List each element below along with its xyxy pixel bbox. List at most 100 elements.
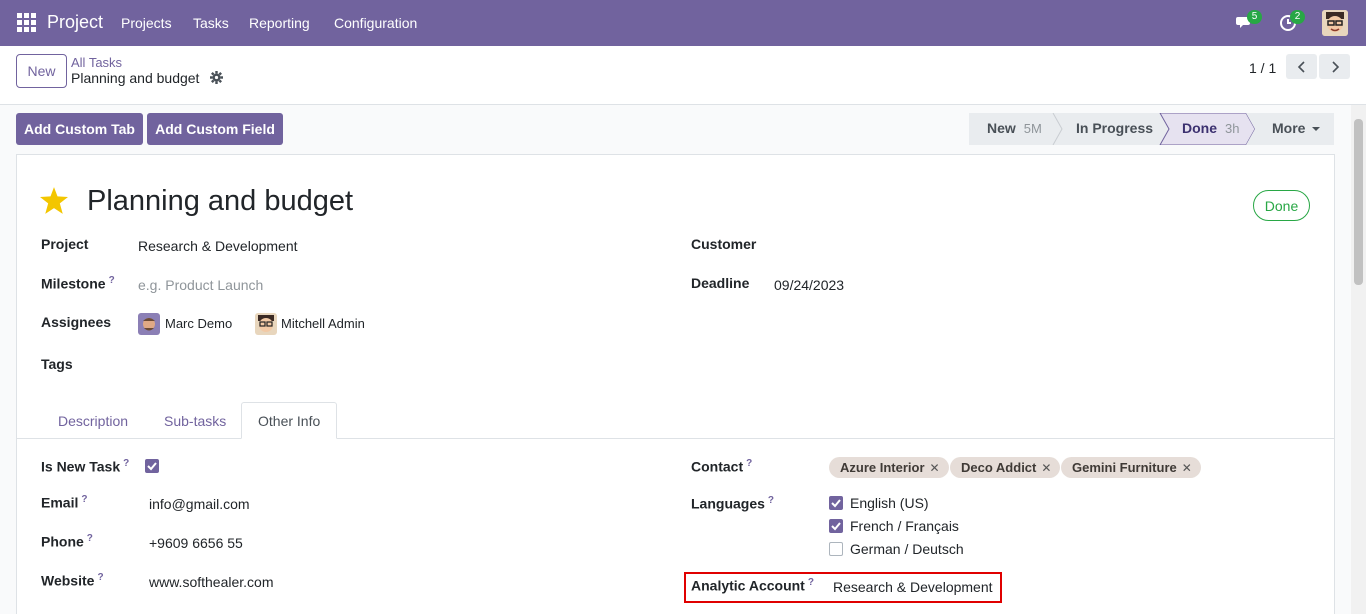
phone-field[interactable]: +9609 6656 55 [149, 535, 243, 551]
is-new-task-label: Is New Task? [41, 458, 129, 475]
status-step-new-duration: 5M [1023, 121, 1042, 136]
breadcrumb-all-tasks[interactable]: All Tasks [71, 55, 122, 70]
deadline-label: Deadline [691, 275, 750, 291]
user-avatar[interactable] [1322, 10, 1348, 36]
status-step-new-label: New [987, 120, 1016, 136]
menu-configuration[interactable]: Configuration [334, 15, 417, 31]
contact-tag-label: Deco Addict [961, 460, 1037, 475]
messages-button[interactable]: 5 [1236, 10, 1262, 33]
pager-next-button[interactable] [1319, 54, 1350, 79]
language-french-label[interactable]: French / Français [850, 518, 959, 534]
checkmark-icon [831, 522, 841, 531]
project-label: Project [41, 236, 89, 252]
app-brand[interactable]: Project [47, 12, 103, 33]
milestone-label-text: Milestone [41, 275, 106, 292]
tags-label: Tags [41, 356, 73, 372]
chevron-right-icon [1331, 60, 1339, 73]
activities-count-badge: 2 [1290, 10, 1305, 24]
tab-description[interactable]: Description [58, 402, 128, 439]
messages-count-badge: 5 [1247, 10, 1262, 24]
menu-reporting[interactable]: Reporting [249, 15, 310, 31]
scrollbar-thumb[interactable] [1354, 119, 1363, 285]
caret-down-icon [1312, 127, 1321, 132]
assignees-label: Assignees [41, 314, 112, 330]
mitchell-admin-avatar-icon [255, 313, 277, 335]
email-help-icon[interactable]: ? [81, 494, 87, 505]
website-label: Website? [41, 572, 104, 589]
status-more-button[interactable]: More [1272, 120, 1321, 136]
website-help-icon[interactable]: ? [97, 572, 103, 583]
remove-tag-icon[interactable]: ✕ [1041, 461, 1051, 475]
new-button[interactable]: New [16, 54, 67, 88]
add-custom-tab-button[interactable]: Add Custom Tab [16, 113, 143, 145]
language-german-label[interactable]: German / Deutsch [850, 541, 964, 557]
control-panel: New All Tasks Planning and budget 1 / 1 [0, 46, 1366, 105]
analytic-account-highlight [684, 572, 1002, 603]
email-label: Email? [41, 494, 87, 511]
assignee-marc-demo[interactable]: Marc Demo [165, 316, 232, 331]
contact-tag-label: Gemini Furniture [1072, 460, 1177, 475]
contact-tag: Deco Addict ✕ [950, 457, 1061, 478]
menu-projects[interactable]: Projects [121, 15, 172, 31]
project-field[interactable]: Research & Development [138, 238, 298, 254]
is-new-task-help-icon[interactable]: ? [123, 458, 129, 469]
task-title[interactable]: Planning and budget [87, 185, 353, 218]
email-field[interactable]: info@gmail.com [149, 496, 250, 512]
status-step-in-progress[interactable]: In Progress [1076, 120, 1153, 136]
status-more-label: More [1272, 120, 1306, 136]
website-label-text: Website [41, 572, 95, 589]
languages-label-text: Languages [691, 495, 765, 512]
milestone-help-icon[interactable]: ? [109, 275, 115, 286]
deadline-field[interactable]: 09/24/2023 [774, 277, 844, 293]
activities-button[interactable]: 2 [1279, 10, 1305, 33]
is-new-task-checkbox[interactable] [145, 459, 159, 473]
contact-tag-label: Azure Interior [840, 460, 925, 475]
tab-sub-tasks[interactable]: Sub-tasks [164, 402, 226, 439]
languages-help-icon[interactable]: ? [768, 495, 774, 506]
remove-tag-icon[interactable]: ✕ [1182, 461, 1192, 475]
phone-help-icon[interactable]: ? [87, 533, 93, 544]
pager-previous-button[interactable] [1286, 54, 1317, 79]
apps-menu-icon[interactable] [17, 13, 36, 32]
checkmark-icon [147, 462, 157, 471]
status-step-done-duration: 3h [1225, 121, 1240, 136]
top-navbar: Project Projects Tasks Reporting Configu… [0, 0, 1366, 46]
languages-label: Languages? [691, 495, 774, 512]
tab-other-info[interactable]: Other Info [241, 402, 338, 439]
contact-label: Contact? [691, 458, 752, 475]
menu-tasks[interactable]: Tasks [193, 15, 229, 31]
milestone-label: Milestone? [41, 275, 115, 292]
customer-field[interactable] [774, 232, 1294, 256]
gear-icon[interactable] [210, 71, 223, 84]
remove-tag-icon[interactable]: ✕ [930, 461, 940, 475]
state-done-badge: Done [1253, 190, 1310, 221]
assignee-mitchell-admin[interactable]: Mitchell Admin [281, 316, 365, 331]
email-label-text: Email [41, 494, 79, 511]
status-step-new[interactable]: New 5M [987, 120, 1042, 136]
avatar [255, 313, 277, 335]
language-french-checkbox[interactable] [829, 519, 843, 533]
status-step-done[interactable]: Done 3h [1182, 120, 1239, 136]
language-german-checkbox[interactable] [829, 542, 843, 556]
website-field[interactable]: www.softhealer.com [149, 574, 274, 590]
user-face-icon [1322, 10, 1348, 36]
milestone-field[interactable]: e.g. Product Launch [138, 277, 263, 293]
customer-label: Customer [691, 236, 757, 252]
page-scrollbar[interactable] [1351, 105, 1366, 614]
language-english-label[interactable]: English (US) [850, 495, 929, 511]
contact-tag: Azure Interior ✕ [829, 457, 949, 478]
contact-tag: Gemini Furniture ✕ [1061, 457, 1201, 478]
phone-label-text: Phone [41, 533, 84, 550]
marc-demo-avatar-icon [138, 313, 160, 335]
favorite-star-icon[interactable] [40, 187, 68, 214]
pager-value[interactable]: 1 / 1 [1249, 60, 1276, 76]
tags-field[interactable] [138, 352, 638, 376]
checkmark-icon [831, 499, 841, 508]
chevron-left-icon [1297, 60, 1305, 73]
add-custom-field-button[interactable]: Add Custom Field [147, 113, 283, 145]
status-step-done-label: Done [1182, 120, 1217, 136]
language-english-checkbox[interactable] [829, 496, 843, 510]
status-step-in-progress-label: In Progress [1076, 120, 1154, 136]
breadcrumb-current: Planning and budget [71, 70, 200, 86]
contact-help-icon[interactable]: ? [746, 458, 752, 469]
